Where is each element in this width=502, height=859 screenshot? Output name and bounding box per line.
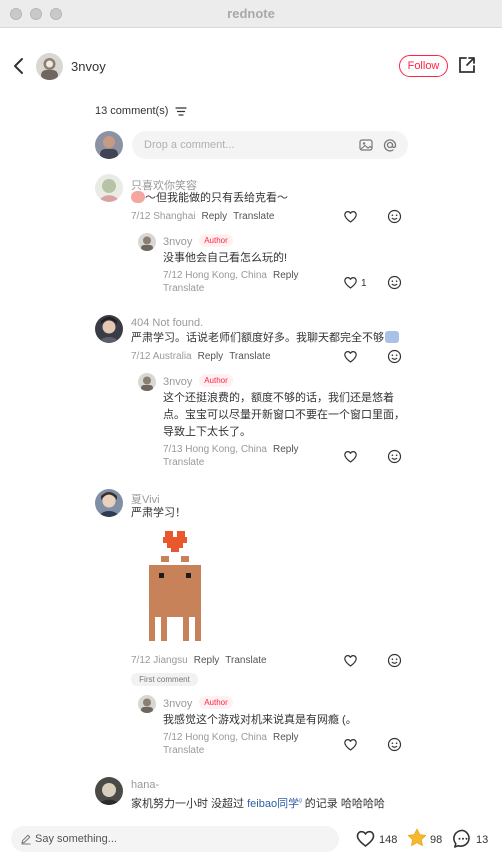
mention-at-icon[interactable] [382,137,398,153]
reply-meta: 7/12 Hong Kong, China Reply [163,270,299,281]
comment-meta: 7/12 Shanghai Reply Translate [131,211,274,222]
translate-button[interactable]: Translate [233,211,274,222]
say-something-placeholder: Say something... [35,833,117,845]
comment-text: 家机努力一小时 没超过 feibao同学ᵍ 的记录 哈哈哈哈 [131,798,385,810]
emoji-reaction-icon[interactable] [387,653,402,668]
star-collect-icon[interactable] [406,827,428,849]
translate-button[interactable]: Translate [225,655,266,666]
reply-author-avatar[interactable] [138,373,156,391]
current-user-avatar [95,131,123,159]
comment-date-location: 7/12 Shanghai [131,211,196,222]
follow-button[interactable]: Follow [399,55,448,77]
comments-count: 13 [476,834,489,846]
image-icon[interactable] [358,137,374,153]
window-title: rednote [227,6,275,21]
sticker-emoji-icon [385,331,399,343]
emoji-reaction-icon[interactable] [387,737,402,752]
author-badge: Author [199,234,233,247]
bottom-action-bar: Say something... 148 98 13 [0,818,502,859]
comment-count: 13 comment(s) [95,105,169,117]
reply-text-line-1: 这个还挺浪费的，额度不够的话，我们还是悠着 [163,392,394,404]
first-comment-badge: First comment [131,673,198,686]
comment-date-location: 7/12 Jiangsu [131,655,188,666]
reply-button[interactable]: Reply [273,444,299,455]
comment-date-location: 7/12 Australia [131,351,192,362]
translate-button[interactable]: Translate [163,745,204,756]
share-icon[interactable] [457,55,477,75]
reply-button[interactable]: Reply [202,211,228,222]
emoji-reaction-icon[interactable] [387,349,402,364]
reply-username[interactable]: 3nvoy [163,236,192,248]
likes-count: 148 [379,834,398,846]
window-titlebar: rednote [0,0,502,28]
comment-input[interactable]: Drop a comment... [132,131,408,159]
author-avatar[interactable] [36,53,63,80]
sticker-emoji-icon [131,191,145,203]
reply-button[interactable]: Reply [273,732,299,743]
translate-button[interactable]: Translate [163,457,204,468]
commenter-avatar[interactable] [95,174,123,202]
like-heart-icon[interactable] [355,828,376,849]
comment-meta: 7/12 Jiangsu Reply Translate [131,655,267,666]
reply-text: 我感觉这个游戏对机来说真是有网瘾 (。 [163,714,357,726]
say-something-input[interactable]: Say something... [11,826,339,852]
like-count: 1 [361,278,367,289]
emoji-reaction-icon[interactable] [387,275,402,290]
reply-text-line-2: 点。宝宝可以尽量开新窗口不要在一个窗口里面， [163,409,405,421]
reply-username[interactable]: 3nvoy [163,376,192,388]
author-badge: Author [199,696,233,709]
emoji-reaction-icon[interactable] [387,209,402,224]
reply-author-avatar[interactable] [138,695,156,713]
emoji-reaction-icon[interactable] [387,449,402,464]
comment-text: 严肃学习。话说老师们额度好多。我聊天都完全不够 [131,330,399,347]
reply-button[interactable]: Reply [273,270,299,281]
pencil-icon [21,834,31,845]
heart-icon[interactable] [343,209,358,224]
reply-text: 没事他会自己看怎么玩的! [163,252,288,264]
mention-link[interactable]: feibao同学 [247,798,299,810]
comment-meta: 7/12 Australia Reply Translate [131,351,271,362]
stars-count: 98 [430,834,443,846]
comment-username[interactable]: 404 Not found. [131,317,203,329]
pixel-art-sticker-image[interactable] [131,525,219,648]
heart-icon[interactable] [343,349,358,364]
reply-meta: 7/12 Hong Kong, China Reply [163,732,299,743]
commenter-avatar[interactable] [95,777,123,805]
heart-icon[interactable] [343,653,358,668]
reply-username[interactable]: 3nvoy [163,698,192,710]
reply-date-location: 7/12 Hong Kong, China [163,270,267,281]
reply-date-location: 7/13 Hong Kong, China [163,444,267,455]
post-header: 3nvoy Follow [0,28,502,104]
translate-button[interactable]: Translate [163,283,204,294]
reply-text-line-3: 导致上下太长了。 [163,426,251,438]
commenter-avatar[interactable] [95,489,123,517]
heart-icon[interactable] [343,737,358,752]
author-name[interactable]: 3nvoy [71,59,106,74]
reply-meta: 7/13 Hong Kong, China Reply [163,444,299,455]
author-badge: Author [199,374,233,387]
commenter-avatar[interactable] [95,315,123,343]
back-arrow-icon[interactable] [10,54,28,78]
reply-button[interactable]: Reply [198,351,224,362]
comment-input-placeholder: Drop a comment... [144,139,235,151]
heart-icon[interactable] [343,449,358,464]
sort-icon[interactable] [175,106,187,117]
translate-button[interactable]: Translate [229,351,270,362]
comment-text: ～但我能做的只有丢给克看～ [131,190,288,207]
reply-date-location: 7/12 Hong Kong, China [163,732,267,743]
reply-author-avatar[interactable] [138,233,156,251]
comment-username[interactable]: hana- [131,779,159,791]
heart-icon[interactable] [343,275,358,290]
reply-button[interactable]: Reply [194,655,220,666]
comment-bubble-icon[interactable] [452,828,474,850]
comment-text: 严肃学习！ [131,507,186,519]
